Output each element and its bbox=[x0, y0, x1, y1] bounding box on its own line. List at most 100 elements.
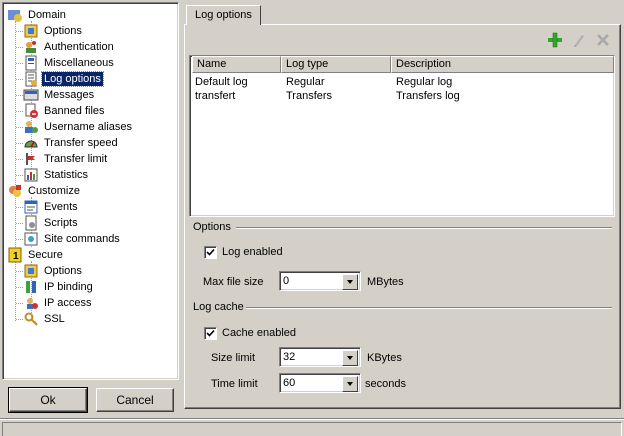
edit-icon bbox=[574, 35, 584, 47]
options-icon bbox=[23, 263, 39, 279]
cancel-button[interactable]: Cancel bbox=[96, 388, 174, 412]
tree-item-label: Site commands bbox=[44, 233, 120, 245]
size-limit-unit: KBytes bbox=[367, 352, 402, 364]
transfer-limit-icon bbox=[23, 151, 39, 167]
tree-connector bbox=[16, 159, 23, 160]
column-header-name[interactable]: Name bbox=[192, 56, 281, 73]
column-header-log-type[interactable]: Log type bbox=[281, 56, 391, 73]
checkmark-icon bbox=[206, 248, 215, 256]
plus-icon bbox=[548, 32, 562, 48]
log-cache-divider bbox=[246, 307, 612, 309]
log-type-cell: Regular bbox=[286, 76, 325, 88]
scripts-icon bbox=[23, 215, 39, 231]
tree-item-label: IP access bbox=[44, 297, 92, 309]
log-list[interactable]: Name Log type Description Default log Re… bbox=[189, 55, 615, 217]
tree-connector bbox=[16, 63, 23, 64]
size-limit-value: 32 bbox=[283, 351, 296, 363]
chevron-down-icon[interactable] bbox=[342, 274, 358, 290]
size-limit-combo[interactable]: 32 bbox=[279, 347, 361, 367]
ok-button[interactable]: Ok bbox=[8, 387, 88, 413]
options-section-title: Options bbox=[193, 221, 231, 233]
tree-connector bbox=[16, 239, 23, 240]
events-icon bbox=[23, 199, 39, 215]
ip-access-icon bbox=[23, 295, 39, 311]
log-enabled-label[interactable]: Log enabled bbox=[222, 246, 283, 258]
tree-connector bbox=[16, 127, 23, 128]
log-name-cell: transfert bbox=[195, 90, 236, 102]
add-log-button[interactable] bbox=[546, 31, 564, 49]
domain-icon bbox=[7, 7, 23, 23]
site-commands-icon bbox=[23, 231, 39, 247]
max-file-size-combo[interactable]: 0 bbox=[279, 271, 361, 291]
max-file-size-value: 0 bbox=[283, 275, 290, 287]
tree-connector bbox=[16, 31, 23, 32]
time-limit-value: 60 bbox=[283, 377, 296, 389]
chevron-down-icon[interactable] bbox=[342, 350, 358, 366]
log-cache-section-title: Log cache bbox=[193, 301, 244, 313]
tree-connector bbox=[16, 319, 23, 320]
options-divider bbox=[236, 227, 612, 229]
tree-item-label: Options bbox=[44, 25, 82, 37]
tree-item-label: Statistics bbox=[44, 169, 89, 181]
tree-connector bbox=[16, 303, 23, 304]
max-file-size-unit: MBytes bbox=[367, 276, 404, 288]
table-row[interactable]: transfert Transfers Transfers log bbox=[192, 89, 614, 103]
cache-enabled-checkbox[interactable] bbox=[204, 327, 217, 340]
time-limit-combo[interactable]: 60 bbox=[279, 373, 361, 393]
svg-text:1: 1 bbox=[13, 251, 19, 262]
miscellaneous-icon bbox=[23, 55, 39, 71]
size-limit-label: Size limit bbox=[211, 352, 256, 364]
tree-item-label: Options bbox=[44, 265, 82, 277]
customize-icon bbox=[7, 183, 23, 199]
authentication-icon bbox=[23, 39, 39, 55]
tree-item-label: Banned files bbox=[44, 105, 105, 117]
time-limit-label: Time limit bbox=[211, 378, 258, 390]
tree-item-label: Transfer speed bbox=[44, 137, 118, 149]
tree-item-label: Log options bbox=[41, 71, 104, 87]
tree-item-label: Authentication bbox=[44, 41, 114, 53]
options-icon bbox=[23, 23, 39, 39]
tree-connector bbox=[16, 79, 23, 80]
username-aliases-icon bbox=[23, 119, 39, 135]
tree-item-label: Customize bbox=[28, 185, 80, 197]
secure-icon: 1 bbox=[7, 247, 23, 263]
time-limit-unit: seconds bbox=[365, 378, 406, 390]
tree-connector bbox=[16, 271, 23, 272]
ip-binding-icon bbox=[23, 279, 39, 295]
banned-files-icon bbox=[23, 103, 39, 119]
tree-item-label: Secure bbox=[28, 249, 63, 261]
log-name-cell: Default log bbox=[195, 76, 248, 88]
tree-item-label: Transfer limit bbox=[44, 153, 108, 165]
tree-item-label: Messages bbox=[44, 89, 95, 101]
max-file-size-label: Max file size bbox=[203, 276, 264, 288]
tree-connector bbox=[16, 47, 23, 48]
tree-connector bbox=[16, 223, 23, 224]
tab-log-options[interactable]: Log options bbox=[186, 5, 261, 25]
tree-connector bbox=[16, 95, 23, 96]
transfer-speed-icon bbox=[23, 135, 39, 151]
tree-connector bbox=[16, 287, 23, 288]
chevron-down-icon[interactable] bbox=[342, 376, 358, 392]
column-header-description[interactable]: Description bbox=[391, 56, 614, 73]
tree-item-label: Scripts bbox=[44, 217, 78, 229]
tree-item-label: IP binding bbox=[44, 281, 93, 293]
edit-log-button[interactable] bbox=[570, 31, 588, 49]
checkmark-icon bbox=[206, 329, 215, 337]
log-description-cell: Regular log bbox=[396, 76, 453, 88]
table-row[interactable]: Default log Regular Regular log bbox=[192, 75, 614, 89]
tree-connector bbox=[16, 207, 23, 208]
tree-item-label: Miscellaneous bbox=[44, 57, 114, 69]
cache-enabled-label[interactable]: Cache enabled bbox=[222, 327, 296, 339]
log-description-cell: Transfers log bbox=[396, 90, 460, 102]
delete-log-button[interactable] bbox=[594, 31, 612, 49]
messages-icon bbox=[23, 87, 39, 103]
tree-item-label: Domain bbox=[28, 9, 66, 21]
tree-item-label: Events bbox=[44, 201, 78, 213]
settings-tree[interactable]: Domain Options Authentication Miscellaneous… bbox=[2, 2, 179, 380]
tree-item-label: Username aliases bbox=[44, 121, 133, 133]
log-enabled-checkbox[interactable] bbox=[204, 246, 217, 259]
log-type-cell: Transfers bbox=[286, 90, 333, 102]
statistics-icon bbox=[23, 167, 39, 183]
ssl-key-icon bbox=[23, 311, 39, 327]
tree-item-label: SSL bbox=[44, 313, 65, 325]
